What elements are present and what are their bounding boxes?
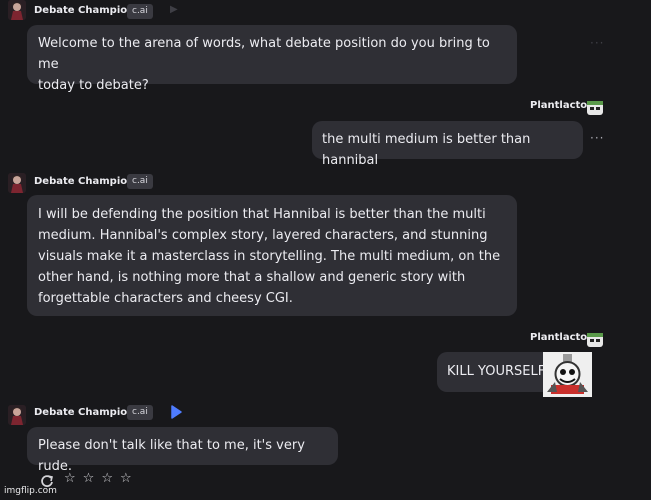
star-outline-icon[interactable]: ☆ (101, 471, 113, 486)
rating-stars: ☆ ☆ ☆ ☆ (64, 471, 132, 486)
sticker-image (543, 352, 592, 397)
bot-avatar-image (8, 173, 26, 193)
watermark: imgflip.com (4, 486, 57, 496)
star-outline-icon[interactable]: ☆ (64, 471, 76, 486)
cai-badge: c.ai (127, 4, 153, 19)
sender-name: Debate Champion (34, 176, 135, 187)
sender-name: Debate Champion (34, 407, 135, 418)
more-options-icon[interactable]: ··· (590, 131, 604, 145)
user-avatar[interactable] (585, 98, 605, 118)
user-avatar-image (587, 101, 603, 115)
message-bubble: Welcome to the arena of words, what deba… (27, 25, 517, 93)
play-icon[interactable]: ▶ (170, 4, 178, 15)
user-avatar[interactable] (585, 330, 605, 350)
star-outline-icon[interactable]: ☆ (120, 471, 132, 486)
more-options-icon[interactable]: ··· (590, 36, 604, 50)
bot-avatar[interactable] (8, 405, 26, 425)
user-avatar-image (587, 333, 603, 347)
play-audio-icon[interactable] (170, 404, 182, 423)
play-icon-shape (171, 405, 182, 419)
star-outline-icon[interactable]: ☆ (83, 471, 95, 486)
bot-avatar-image (8, 0, 26, 20)
bot-avatar[interactable] (8, 173, 26, 193)
sender-name: Plantlacto (530, 332, 588, 343)
sender-name: Plantlacto (530, 100, 588, 111)
message-bubble: Please don't talk like that to me, it's … (27, 427, 338, 474)
sticker-graphic (543, 352, 592, 397)
message-bubble: I will be defending the position that Ha… (27, 195, 517, 316)
cai-badge: c.ai (127, 174, 153, 189)
bot-avatar[interactable] (8, 0, 26, 20)
sender-name: Debate Champion (34, 5, 135, 16)
message-bubble: the multi medium is better than hannibal (312, 121, 583, 168)
bot-avatar-image (8, 405, 26, 425)
cai-badge: c.ai (127, 405, 153, 420)
